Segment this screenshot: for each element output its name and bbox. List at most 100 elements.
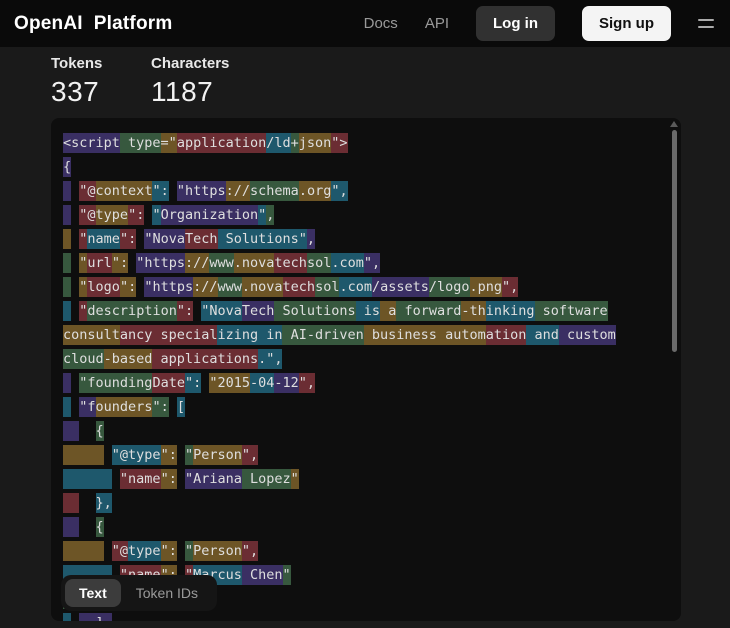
openai-platform-logo[interactable]: OpenAI Platform (14, 13, 172, 35)
token: tech (274, 253, 307, 273)
token (63, 373, 71, 393)
token: ", (242, 541, 258, 561)
token (63, 253, 71, 273)
token (63, 205, 71, 225)
token: ", (299, 373, 315, 393)
token: " (185, 541, 193, 561)
token: ": (185, 373, 201, 393)
token: .nova (242, 277, 283, 297)
token: -12 (274, 373, 298, 393)
code-line: "@context": "https://schema.org", (63, 179, 667, 203)
token: -based (104, 349, 153, 369)
code-line: "@type": "Organization", (63, 203, 667, 227)
token: { (63, 157, 71, 177)
token: { (96, 421, 104, 441)
token: ounders (96, 397, 153, 417)
nav-link-api[interactable]: API (425, 15, 449, 32)
hamburger-menu-icon[interactable] (698, 19, 714, 28)
token: tech (283, 277, 316, 297)
token: "Nova (201, 301, 242, 321)
token: AI (282, 325, 306, 345)
token (79, 493, 95, 513)
token: Solutions" (218, 229, 307, 249)
token (177, 445, 185, 465)
token: schema (250, 181, 299, 201)
token: "@type (112, 445, 161, 465)
token: /ld (266, 133, 290, 153)
token: "@ (79, 181, 95, 201)
token: "founding (79, 373, 152, 393)
stat-tokens: Tokens 337 (51, 55, 151, 108)
scrollbar-up-arrow-icon[interactable] (670, 121, 678, 127)
token (79, 517, 95, 537)
token: "https (136, 253, 185, 273)
code-line: <script type="application/ld+json"> (63, 131, 667, 155)
token (63, 541, 104, 561)
token (63, 181, 71, 201)
code-line: "name": "Ariana Lopez" (63, 467, 667, 491)
toggle-token-ids-option[interactable]: Token IDs (121, 579, 213, 607)
token (177, 541, 185, 561)
token: "2015 (209, 373, 250, 393)
token: type (128, 541, 161, 561)
code-line: { (63, 155, 667, 179)
scrollbar-thumb[interactable] (672, 130, 677, 352)
code-line: "@type": "Person", (63, 443, 667, 467)
token: " (185, 445, 193, 465)
logo-platform: Platform (94, 13, 173, 35)
token: , (266, 205, 274, 225)
token: a (380, 301, 396, 321)
token: .", (258, 349, 282, 369)
code-line: "logo": "https://www.novatechsol.com/ass… (63, 275, 667, 299)
token: .com (331, 253, 364, 273)
token: ", (331, 181, 347, 201)
nav-link-docs[interactable]: Docs (364, 15, 398, 32)
token: -th (461, 301, 485, 321)
token (63, 421, 79, 441)
view-mode-toggle: Text Token IDs (61, 575, 217, 611)
token (63, 493, 79, 513)
token: Lopez (242, 469, 291, 489)
token (193, 301, 201, 321)
token: :// (193, 277, 217, 297)
token: "f (79, 397, 95, 417)
code-line: "@type": "Person", (63, 539, 667, 563)
token: Chen (242, 565, 283, 585)
token: sol (307, 253, 331, 273)
token: ": (161, 469, 177, 489)
code-line: { (63, 419, 667, 443)
code-content: <script type="application/ld+json">{ "@c… (63, 131, 667, 621)
token (63, 445, 104, 465)
token: "Ariana (185, 469, 242, 489)
toggle-text-option[interactable]: Text (65, 579, 121, 607)
logo-openai: OpenAI (14, 13, 83, 35)
token: logo (87, 277, 120, 297)
token-stats: Tokens 337 Characters 1187 (51, 55, 251, 108)
token: ": (152, 181, 168, 201)
code-line: "name": "NovaTech Solutions", (63, 227, 667, 251)
characters-value: 1187 (151, 76, 251, 108)
tokenizer-output-panel[interactable]: <script type="application/ld+json">{ "@c… (51, 118, 681, 621)
token: , (307, 229, 315, 249)
signup-button[interactable]: Sign up (582, 6, 671, 41)
token: url (87, 253, 111, 273)
code-line: "foundingDate": "2015-04-12", (63, 371, 667, 395)
token: and (526, 325, 559, 345)
login-button[interactable]: Log in (476, 6, 555, 41)
token: " (283, 565, 291, 585)
token (104, 445, 112, 465)
token: www (218, 277, 242, 297)
token: ": (161, 445, 177, 465)
token: applications (152, 349, 258, 369)
token: autom (437, 325, 486, 345)
token: name (87, 229, 120, 249)
tokens-value: 337 (51, 76, 151, 108)
token: Person (193, 541, 242, 561)
token: description (87, 301, 176, 321)
token: ", (502, 277, 518, 297)
token: { (96, 517, 104, 537)
token: .png (470, 277, 503, 297)
token: "Nova (144, 229, 185, 249)
token: ], (79, 613, 112, 621)
token: cloud (63, 349, 104, 369)
